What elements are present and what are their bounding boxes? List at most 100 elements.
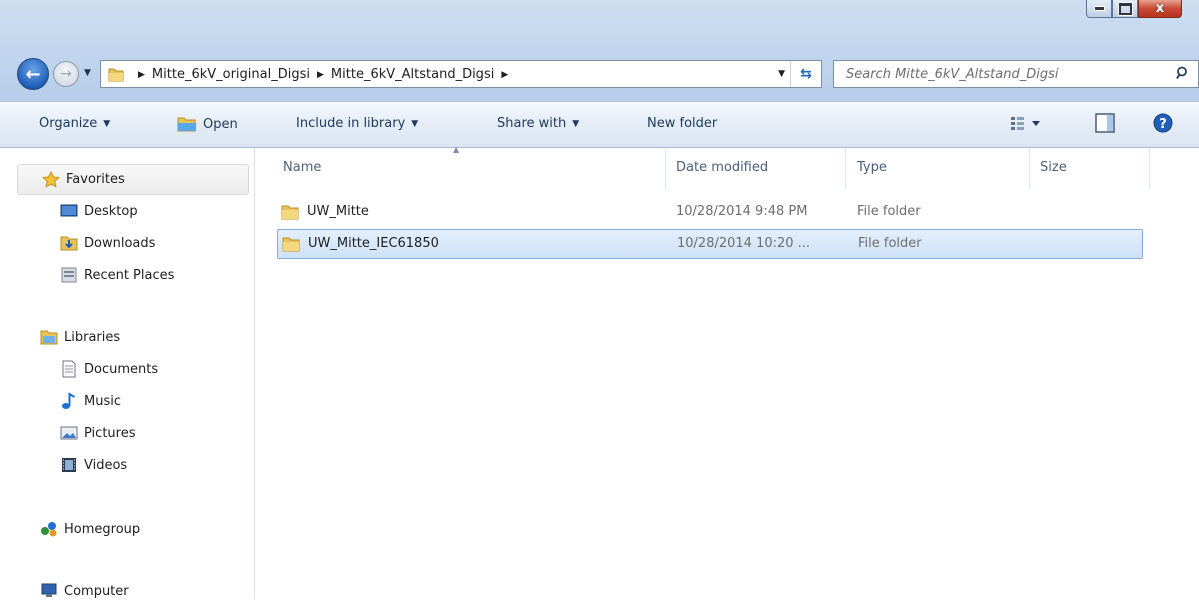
- share-with-label: Share with: [497, 116, 567, 131]
- table-row[interactable]: UW_Mitte 10/28/2014 9:48 PM File folder: [277, 198, 1143, 228]
- help-icon: ?: [1153, 113, 1173, 133]
- file-type: File folder: [858, 236, 922, 251]
- sidebar-item-label: Computer: [64, 583, 129, 599]
- breadcrumb-item[interactable]: Mitte_6kV_Altstand_Digsi: [331, 67, 494, 82]
- downloads-icon: [60, 236, 78, 251]
- window-controls: x: [1086, 0, 1182, 20]
- command-toolbar: Organize ▼ Open Include in library ▼ Share…: [0, 101, 1199, 148]
- column-name[interactable]: Name: [283, 160, 321, 175]
- maximize-button[interactable]: [1112, 0, 1138, 18]
- folder-icon: [282, 237, 300, 252]
- breadcrumb-separator-icon[interactable]: ▶: [317, 70, 324, 80]
- pictures-icon: [60, 426, 78, 440]
- column-size[interactable]: Size: [1040, 160, 1067, 175]
- sidebar-item-label: Documents: [84, 361, 159, 377]
- sidebar-item-label: Libraries: [64, 329, 121, 345]
- file-date: 10/28/2014 10:20 ...: [677, 236, 811, 251]
- share-with-button[interactable]: Share with ▼: [497, 116, 579, 131]
- sidebar-item-music[interactable]: Music: [60, 390, 121, 412]
- address-bar[interactable]: ▶ Mitte_6kV_original_Digsi ▶ Mitte_6kV_A…: [100, 60, 822, 88]
- open-label: Open: [203, 116, 238, 132]
- maximize-icon: [1118, 2, 1132, 15]
- search-box: [833, 60, 1199, 88]
- sidebar-item-pictures[interactable]: Pictures: [60, 422, 135, 444]
- sidebar-item-documents[interactable]: Documents: [60, 358, 158, 380]
- new-folder-button[interactable]: New folder: [647, 116, 717, 131]
- recent-places-icon: [61, 267, 77, 283]
- window-chrome: x ← → ▼ ▶ Mitte_6kV_original_Digsi ▶ Mit…: [0, 0, 1199, 101]
- column-date-modified[interactable]: Date modified: [676, 160, 768, 175]
- refresh-button[interactable]: ⇆: [790, 61, 821, 87]
- star-icon: [42, 170, 60, 188]
- folder-icon: [108, 68, 124, 82]
- file-date: 10/28/2014 9:48 PM: [676, 204, 808, 219]
- column-header: ▲ Name Date modified Type Size: [256, 145, 1199, 190]
- organize-label: Organize: [39, 116, 98, 131]
- forward-button[interactable]: →: [53, 61, 79, 87]
- desktop-icon: [60, 204, 78, 217]
- navigation-pane: Favorites Desktop Downloads Recent Place…: [0, 148, 255, 599]
- sidebar-item-label: Pictures: [84, 425, 136, 441]
- videos-icon: [62, 458, 76, 472]
- search-input[interactable]: [844, 66, 1168, 83]
- file-name: UW_Mitte_IEC61850: [308, 236, 439, 251]
- column-divider[interactable]: [1149, 148, 1150, 190]
- include-in-library-button[interactable]: Include in library ▼: [296, 116, 418, 131]
- homegroup-icon: [41, 522, 57, 537]
- file-list: ▲ Name Date modified Type Size UW_Mitte …: [256, 145, 1199, 599]
- chevron-down-icon: ▼: [103, 118, 111, 129]
- breadcrumb-separator-icon[interactable]: ▶: [138, 70, 145, 80]
- sidebar-item-label: Music: [84, 393, 121, 409]
- address-dropdown-icon[interactable]: ▼: [778, 69, 785, 79]
- file-type: File folder: [857, 204, 921, 219]
- music-icon: [62, 392, 76, 409]
- column-divider[interactable]: [845, 148, 846, 190]
- organize-button[interactable]: Organize ▼: [39, 116, 110, 131]
- sidebar-item-libraries[interactable]: Libraries: [40, 326, 120, 348]
- sidebar-item-label: Homegroup: [64, 521, 141, 537]
- sidebar-item-favorites[interactable]: Favorites: [17, 164, 249, 195]
- column-type[interactable]: Type: [857, 160, 887, 175]
- new-folder-label: New folder: [647, 116, 718, 131]
- close-icon: x: [1155, 1, 1165, 16]
- sidebar-item-label: Downloads: [84, 235, 156, 251]
- include-in-library-label: Include in library: [296, 116, 406, 131]
- column-divider[interactable]: [665, 148, 666, 190]
- computer-icon: [41, 583, 57, 597]
- close-button[interactable]: x: [1138, 0, 1182, 18]
- svg-text:?: ?: [1159, 117, 1167, 132]
- recent-pages-dropdown[interactable]: ▼: [84, 68, 91, 78]
- sidebar-item-videos[interactable]: Videos: [60, 454, 127, 476]
- sidebar-item-label: Recent Places: [84, 267, 175, 283]
- minimize-button[interactable]: [1086, 0, 1112, 18]
- sidebar-item-label: Favorites: [66, 172, 125, 187]
- column-divider[interactable]: [1029, 148, 1030, 190]
- help-button[interactable]: ?: [1152, 112, 1174, 138]
- libraries-icon: [40, 330, 58, 345]
- breadcrumb-separator-icon[interactable]: ▶: [501, 70, 508, 80]
- change-view-button[interactable]: [1009, 112, 1045, 138]
- refresh-icon: ⇆: [800, 66, 812, 82]
- documents-icon: [62, 360, 76, 378]
- table-row[interactable]: UW_Mitte_IEC61850 10/28/2014 10:20 ... F…: [277, 229, 1143, 259]
- breadcrumb-item[interactable]: Mitte_6kV_original_Digsi: [152, 67, 310, 82]
- sidebar-item-label: Videos: [84, 457, 128, 473]
- sidebar-item-desktop[interactable]: Desktop: [60, 200, 138, 222]
- search-icon[interactable]: [1176, 66, 1190, 80]
- back-button[interactable]: ←: [17, 58, 49, 90]
- open-folder-icon: [177, 117, 196, 132]
- sidebar-item-homegroup[interactable]: Homegroup: [40, 518, 140, 540]
- arrow-right-icon: →: [60, 66, 72, 82]
- file-name: UW_Mitte: [307, 204, 369, 219]
- chevron-down-icon: ▼: [411, 118, 419, 129]
- view-list-icon: [1011, 117, 1040, 130]
- chevron-down-icon: ▼: [572, 118, 580, 129]
- open-button[interactable]: Open: [177, 116, 238, 132]
- sidebar-item-recent-places[interactable]: Recent Places: [60, 264, 174, 286]
- minimize-icon: [1093, 6, 1105, 11]
- sidebar-item-downloads[interactable]: Downloads: [60, 232, 155, 254]
- sort-ascending-icon: ▲: [453, 145, 460, 154]
- folder-icon: [281, 205, 299, 220]
- preview-pane-button[interactable]: [1094, 112, 1116, 138]
- navigation-bar: ← → ▼ ▶ Mitte_6kV_original_Digsi ▶ Mitte…: [0, 56, 1199, 92]
